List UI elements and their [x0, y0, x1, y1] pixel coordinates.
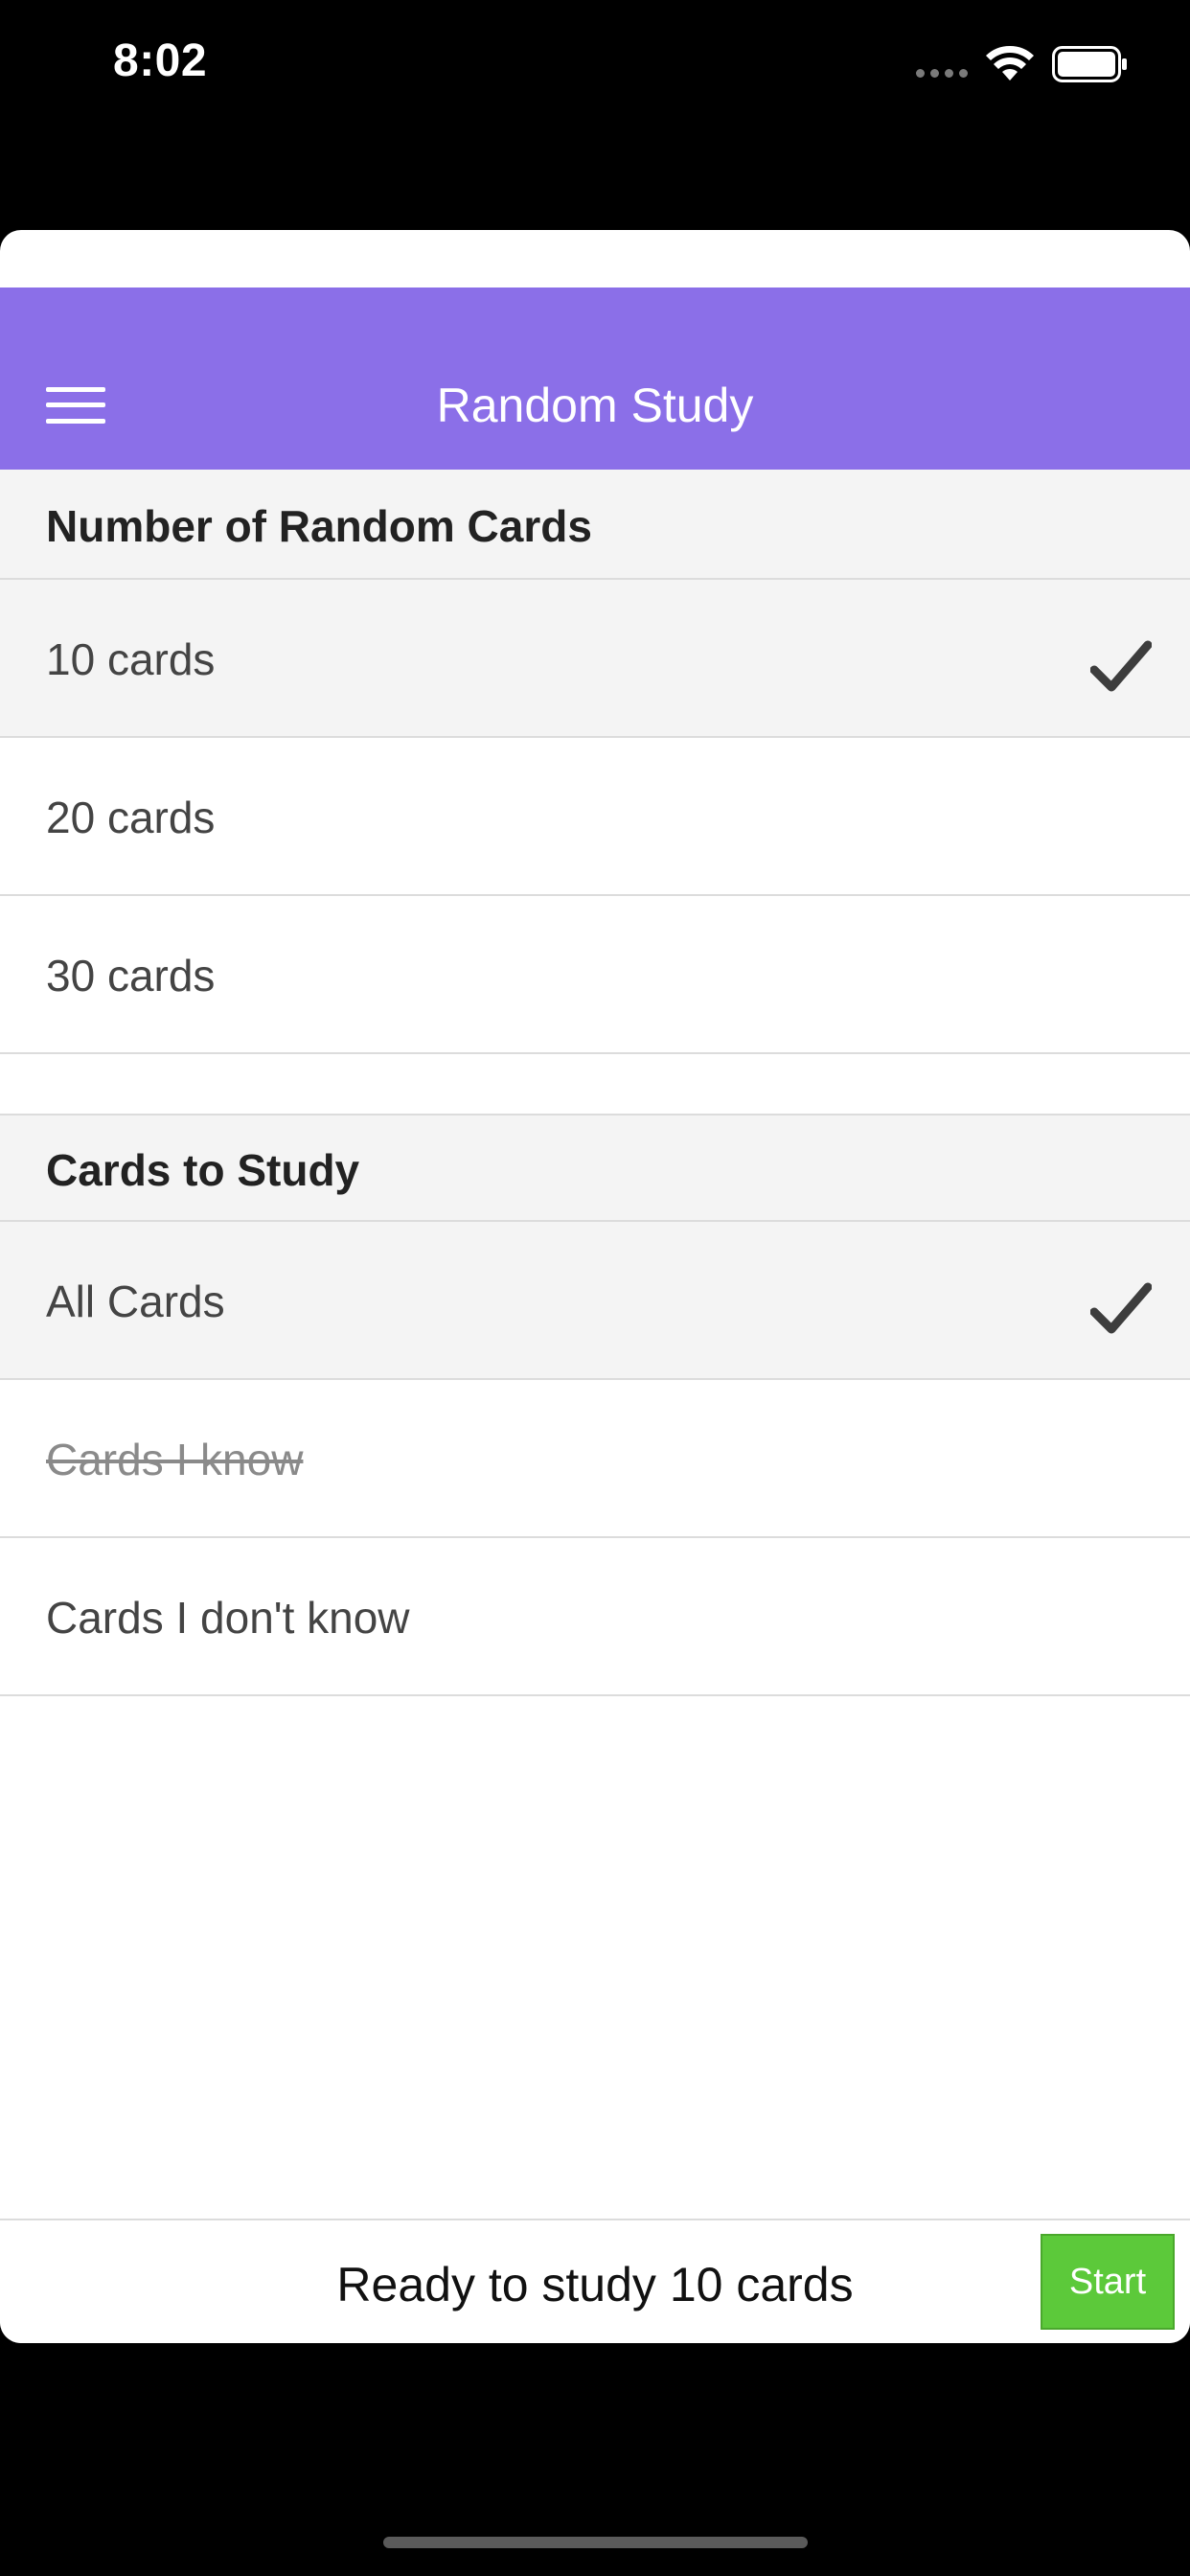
option-label: Cards I know — [46, 1435, 304, 1484]
option-row-cards-i-know[interactable]: Cards I know — [0, 1380, 1190, 1538]
option-label: 30 cards — [46, 951, 216, 1000]
section-header-label: Cards to Study — [46, 1145, 360, 1195]
cellular-signal-icon — [916, 69, 968, 78]
navigation-bar: Random Study — [0, 288, 1190, 472]
option-row-20-cards[interactable]: 20 cards — [0, 738, 1190, 896]
status-time: 8:02 — [113, 35, 208, 86]
section-header-cards-to-study: Cards to Study — [0, 1114, 1190, 1222]
option-label: Cards I don't know — [46, 1593, 410, 1643]
status-bar: 8:02 — [0, 0, 1190, 134]
footer-toolbar: Ready to study 10 cards Start — [0, 2219, 1190, 2343]
option-row-10-cards[interactable]: 10 cards — [0, 580, 1190, 738]
option-row-cards-i-dont-know[interactable]: Cards I don't know — [0, 1538, 1190, 1696]
option-label: 20 cards — [46, 793, 216, 842]
checkmark-icon — [1090, 1282, 1152, 1334]
home-indicator[interactable] — [383, 2537, 808, 2548]
modal-sheet: Random Study Number of Random Cards 10 c… — [0, 230, 1190, 2343]
section-header-label: Number of Random Cards — [46, 501, 592, 551]
option-row-all-cards[interactable]: All Cards — [0, 1222, 1190, 1380]
page-title: Random Study — [436, 379, 754, 432]
section-header-number-of-cards: Number of Random Cards — [0, 470, 1190, 580]
study-status-text: Ready to study 10 cards — [336, 2258, 854, 2312]
option-label: 10 cards — [46, 634, 216, 684]
option-label: All Cards — [46, 1276, 225, 1326]
checkmark-icon — [1090, 640, 1152, 692]
battery-icon — [1052, 46, 1127, 82]
start-button[interactable]: Start — [1041, 2234, 1175, 2330]
option-row-30-cards[interactable]: 30 cards — [0, 896, 1190, 1054]
wifi-icon — [986, 45, 1034, 80]
